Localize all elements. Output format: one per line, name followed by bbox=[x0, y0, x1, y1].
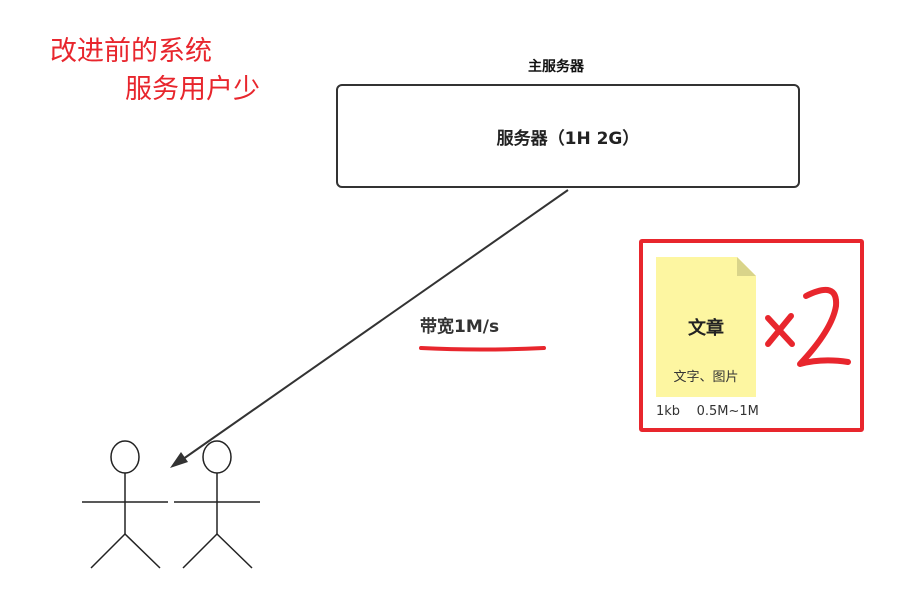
bandwidth-label: 带宽1M/s bbox=[420, 317, 500, 337]
user-figure-1 bbox=[82, 440, 168, 569]
arrow-head-icon bbox=[170, 452, 188, 468]
document-sizes: 1kb 0.5M~1M bbox=[656, 404, 759, 419]
document-title: 文章 bbox=[688, 318, 724, 339]
connection-line bbox=[175, 189, 569, 465]
user-figure-2 bbox=[174, 440, 260, 569]
document-subtitle: 文字、图片 bbox=[673, 370, 739, 385]
bandwidth-underline bbox=[419, 346, 546, 352]
